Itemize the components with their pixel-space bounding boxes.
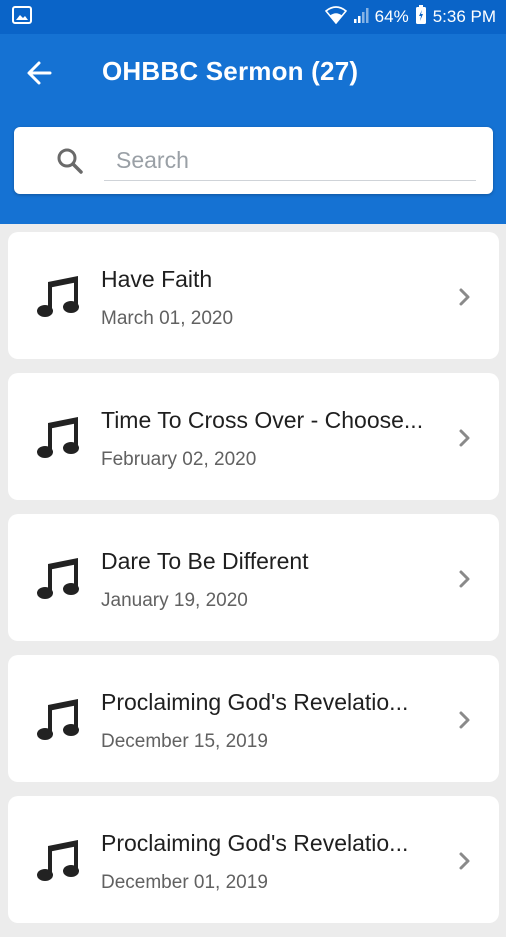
battery-percent: 64% <box>374 7 409 26</box>
music-note-icon <box>35 556 81 602</box>
sermon-title: Dare To Be Different <box>101 548 309 574</box>
sermon-title: Proclaiming God's Revelatio... <box>101 830 409 856</box>
sermon-title: Proclaiming God's Revelatio... <box>101 689 409 715</box>
chevron-right-icon <box>457 568 473 590</box>
wifi-icon <box>324 5 347 29</box>
signal-icon <box>353 6 369 29</box>
status-bar: 64% 5:36 PM <box>0 0 506 34</box>
page-title: OHBBC Sermon (27) <box>102 56 359 86</box>
chevron-right-icon <box>457 709 473 731</box>
image-icon <box>12 5 32 29</box>
list-item[interactable]: Proclaiming God's Revelatio... December … <box>8 655 499 782</box>
search-box <box>14 127 493 194</box>
status-time: 5:36 PM <box>432 7 496 26</box>
search-icon <box>56 147 84 175</box>
sermon-date: December 01, 2019 <box>101 872 268 893</box>
chevron-right-icon <box>457 286 473 308</box>
sermon-date: March 01, 2020 <box>101 308 234 329</box>
battery-icon <box>415 4 427 30</box>
chevron-right-icon <box>457 850 473 872</box>
list-item[interactable]: Dare To Be Different January 19, 2020 <box>8 514 499 641</box>
chevron-right-icon <box>457 427 473 449</box>
list-item[interactable]: Have Faith March 01, 2020 <box>8 232 499 359</box>
list-item[interactable]: Proclaiming God's Revelatio... December … <box>8 796 499 923</box>
list-item[interactable]: Time To Cross Over - Choose... February … <box>8 373 499 500</box>
arrow-left-icon <box>26 60 52 91</box>
sermon-list: Have Faith March 01, 2020 Time To Cross … <box>8 232 499 937</box>
sermon-date: December 15, 2019 <box>101 731 268 752</box>
music-note-icon <box>35 838 81 884</box>
sermon-date: January 19, 2020 <box>101 590 248 611</box>
sermon-title: Have Faith <box>101 266 213 292</box>
music-note-icon <box>35 697 81 743</box>
sermon-title: Time To Cross Over - Choose... <box>101 407 424 433</box>
search-input[interactable] <box>104 141 476 181</box>
app-bar: OHBBC Sermon (27) <box>0 34 506 224</box>
music-note-icon <box>35 415 81 461</box>
back-button[interactable] <box>22 58 56 92</box>
music-note-icon <box>35 274 81 320</box>
sermon-date: February 02, 2020 <box>101 449 257 470</box>
